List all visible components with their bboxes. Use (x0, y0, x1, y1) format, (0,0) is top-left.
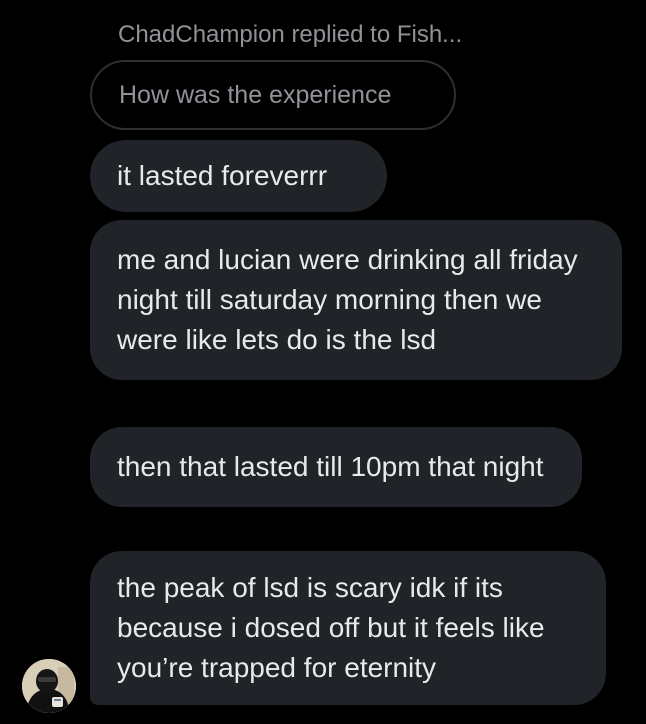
quoted-message-text: How was the experience (119, 81, 392, 109)
reply-context-label: ChadChampion replied to Fish... (118, 21, 463, 48)
message-text: it lasted foreverrr (117, 160, 328, 191)
message-text: me and lucian were drinking all friday n… (117, 244, 578, 355)
quoted-message-bubble[interactable]: How was the experience (90, 60, 456, 130)
user-avatar-icon[interactable] (22, 659, 76, 713)
message-bubble[interactable]: the peak of lsd is scary idk if its beca… (90, 551, 606, 705)
message-bubble[interactable]: me and lucian were drinking all friday n… (90, 220, 622, 380)
dm-conversation: ChadChampion replied to Fish... How was … (0, 0, 646, 724)
message-text: then that lasted till 10pm that night (117, 451, 544, 482)
message-text: the peak of lsd is scary idk if its beca… (117, 572, 545, 683)
message-bubble[interactable]: then that lasted till 10pm that night (90, 427, 582, 507)
message-bubble[interactable]: it lasted foreverrr (90, 140, 387, 212)
